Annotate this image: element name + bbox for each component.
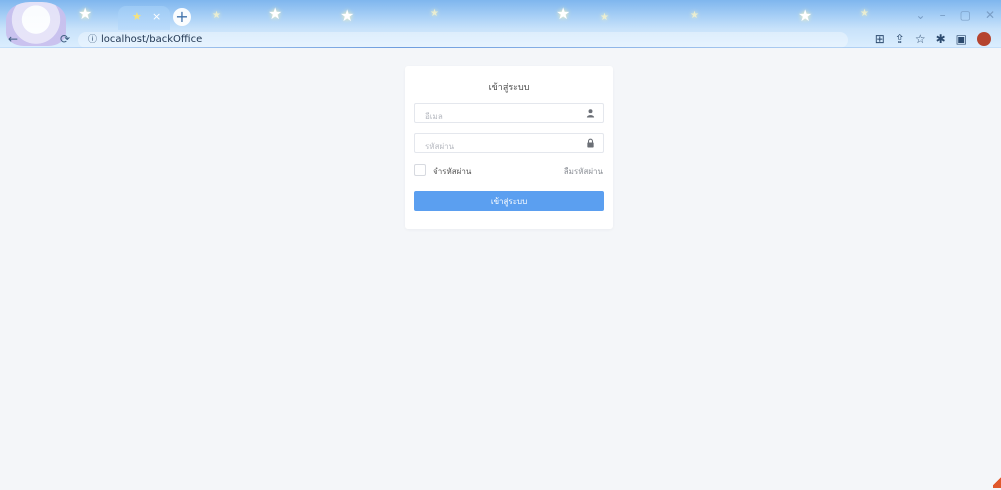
- toolbar-divider: [0, 47, 1001, 48]
- lock-icon: [587, 138, 594, 148]
- close-window-button[interactable]: ✕: [985, 8, 995, 22]
- browser-tab[interactable]: ★ ×: [118, 6, 170, 30]
- new-tab-button[interactable]: +: [173, 8, 191, 26]
- remember-checkbox[interactable]: [414, 164, 426, 176]
- translate-icon[interactable]: ⊞: [875, 31, 885, 47]
- tab-favicon-icon: ★: [132, 10, 142, 23]
- user-icon: [586, 109, 595, 118]
- site-info-icon[interactable]: ⓘ: [88, 35, 97, 45]
- corner-widget-icon[interactable]: [993, 476, 1001, 488]
- maximize-button[interactable]: ▢: [960, 8, 971, 22]
- profile-avatar[interactable]: [977, 32, 991, 46]
- bookmark-star-icon[interactable]: ☆: [915, 31, 926, 47]
- side-panel-icon[interactable]: ▣: [956, 31, 967, 47]
- browser-toolbar: ← ⟳ ⓘ localhost/backOffice ⊞ ⇪ ☆ ✱ ▣: [0, 30, 1001, 48]
- extensions-puzzle-icon[interactable]: ✱: [936, 31, 946, 47]
- toolbar-icons: ⊞ ⇪ ☆ ✱ ▣: [875, 31, 991, 47]
- login-title: เข้าสู่ระบบ: [488, 83, 530, 93]
- window-controls: ⌄ – ▢ ✕: [916, 8, 995, 22]
- address-bar[interactable]: ⓘ localhost/backOffice: [78, 32, 848, 48]
- tab-search-icon[interactable]: ⌄: [916, 8, 926, 22]
- password-input[interactable]: [415, 137, 575, 156]
- tab-close-icon[interactable]: ×: [152, 10, 161, 24]
- minimize-button[interactable]: –: [940, 8, 946, 22]
- email-input[interactable]: [415, 107, 575, 126]
- login-card: เข้าสู่ระบบ จำรหัสผ่าน ลืมรหัสผ่าน เข้าส…: [405, 66, 613, 229]
- url-text: localhost/backOffice: [101, 34, 203, 45]
- email-field[interactable]: [414, 103, 604, 126]
- remember-label: จำรหัสผ่าน: [433, 167, 472, 176]
- browser-chrome: ★ ★ ★ ★ ★ ★ ★ ★ ★ ★ ★ × + ⌄ – ▢ ✕ ← ⟳ ⓘ l…: [0, 0, 1001, 48]
- password-field[interactable]: [414, 133, 604, 156]
- login-button[interactable]: เข้าสู่ระบบ: [414, 191, 604, 211]
- back-arrow-icon[interactable]: ←: [8, 32, 18, 46]
- reload-icon[interactable]: ⟳: [60, 32, 70, 46]
- share-icon[interactable]: ⇪: [895, 31, 905, 47]
- forgot-password-link[interactable]: ลืมรหัสผ่าน: [564, 165, 603, 178]
- tab-strip: ★ × +: [0, 0, 1001, 30]
